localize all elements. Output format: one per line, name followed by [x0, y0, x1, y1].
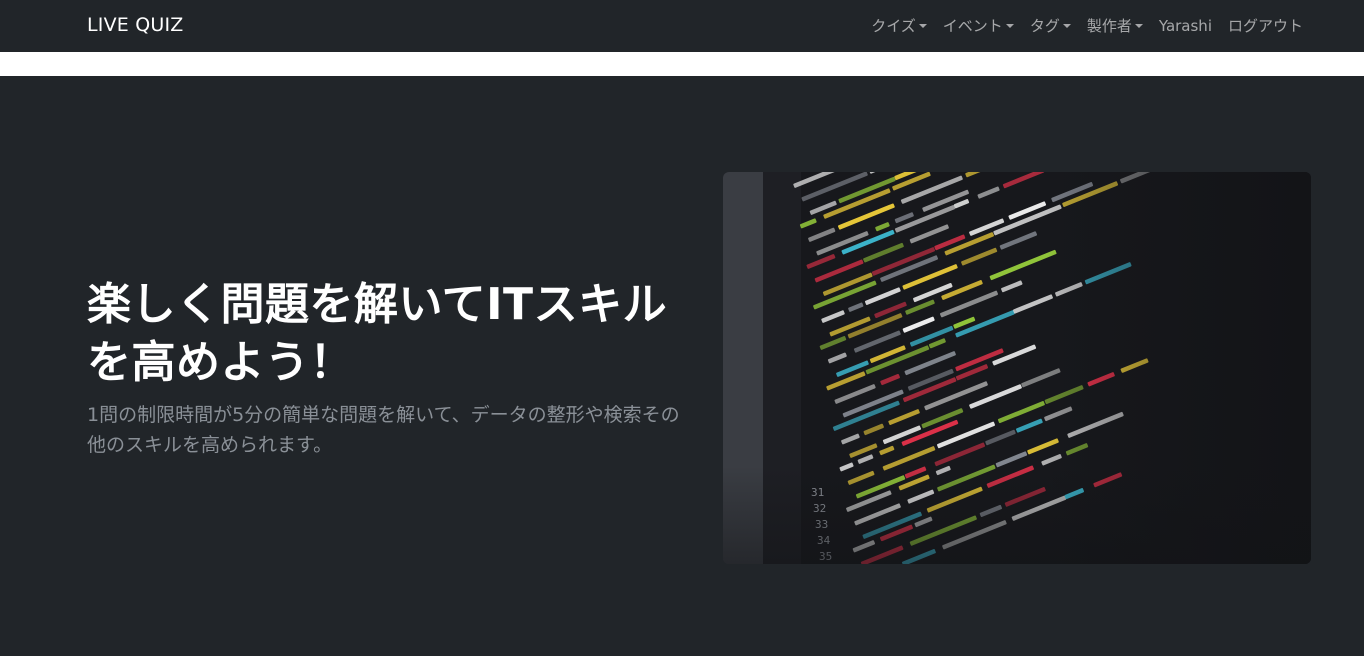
- brand-link[interactable]: LIVE QUIZ: [87, 13, 184, 37]
- spacer: [0, 52, 1364, 76]
- nav-item-creator[interactable]: 製作者: [1087, 16, 1143, 36]
- nav-item-event[interactable]: イベント: [943, 16, 1014, 36]
- nav-item-label: イベント: [942, 17, 1003, 35]
- nav-item-user[interactable]: Yarashi: [1159, 16, 1212, 36]
- nav-item-tag[interactable]: タグ: [1030, 16, 1071, 36]
- hero-section: 楽しく問題を解いてITスキルを高めよう！ 1問の制限時間が5分の簡単な問題を解い…: [0, 76, 1364, 656]
- navbar: LIVE QUIZ クイズ イベント タグ 製作者 Yarashi ログアウト: [0, 0, 1364, 52]
- code-screenshot-image: 31 32 33 34 35: [723, 172, 1311, 564]
- caret-down-icon: [918, 24, 927, 28]
- hero-headline: 楽しく問題を解いてITスキルを高めよう！: [87, 279, 668, 388]
- nav-menu: クイズ イベント タグ 製作者 Yarashi ログアウト: [871, 0, 1303, 52]
- nav-item-label: クイズ: [871, 17, 916, 35]
- nav-item-quiz[interactable]: クイズ: [871, 16, 927, 36]
- caret-down-icon: [1005, 24, 1014, 28]
- nav-item-label: タグ: [1029, 17, 1060, 35]
- nav-item-label: 製作者: [1086, 17, 1132, 35]
- caret-down-icon: [1134, 24, 1143, 28]
- caret-down-icon: [1062, 24, 1071, 28]
- hero-lead-text: 1問の制限時間が5分の簡単な問題を解いて、データの整形や検索その他のスキルを高め…: [87, 404, 680, 456]
- nav-item-logout[interactable]: ログアウト: [1228, 16, 1303, 36]
- nav-item-label: Yarashi: [1158, 17, 1212, 35]
- nav-item-label: ログアウト: [1227, 17, 1303, 35]
